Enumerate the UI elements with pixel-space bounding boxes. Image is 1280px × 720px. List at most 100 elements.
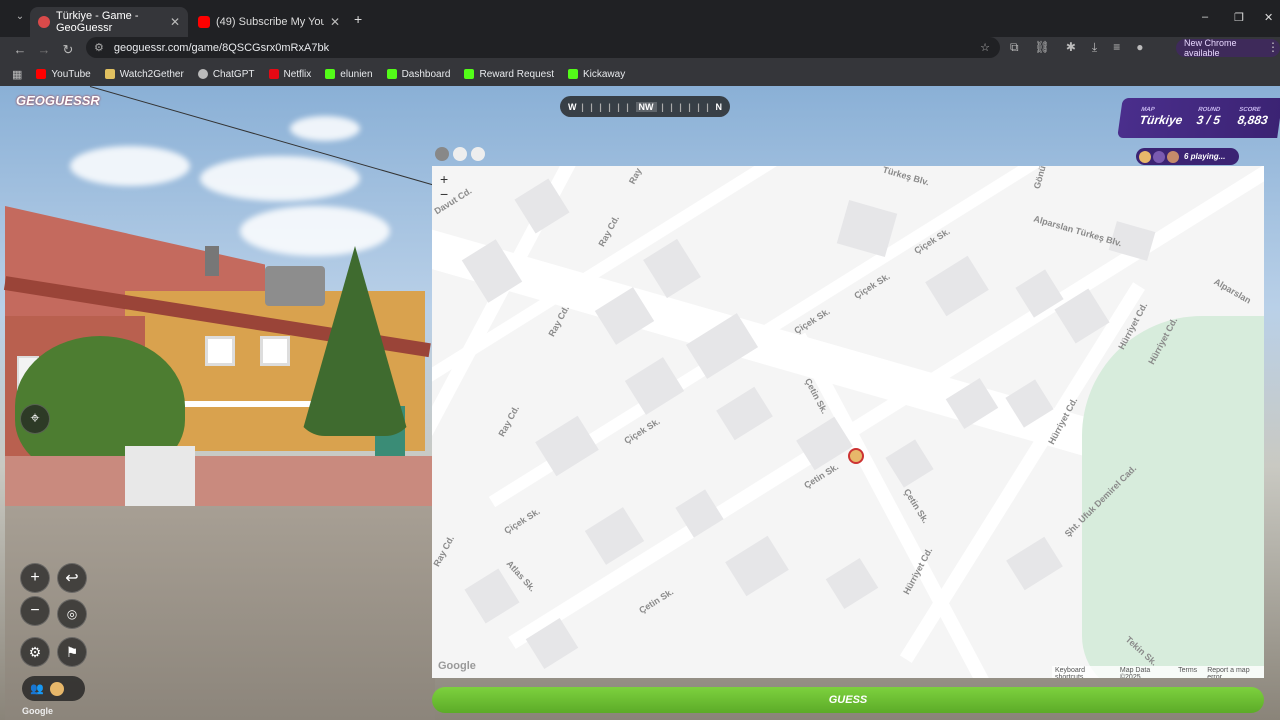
players-count: 6 playing... [1184,152,1226,161]
bookmark-reward-request[interactable]: Reward Request [464,69,554,80]
youtube-favicon-icon [198,16,210,28]
bookmark-kickaway[interactable]: Kickaway [567,69,625,80]
profile-avatar-icon[interactable]: ● [1136,40,1143,55]
reload-button[interactable]: ↻ [56,42,80,58]
map-data-text: Map Data ©2025 [1119,667,1151,678]
map-building [885,439,934,488]
kickaway-icon [567,69,578,79]
map-zoom-in-button[interactable]: + [440,171,448,187]
map-toolbar [435,147,485,161]
tab-youtube[interactable]: (49) Subscribe My YouTube Ch… ✕ [190,7,348,37]
tab-search-icon[interactable]: ⌄ [8,11,32,22]
map-info: MAP Türkiye [1138,107,1184,127]
street-view-panorama[interactable]: GEOGUESSR W | | | | | | NW | | | | | | N… [0,86,1280,720]
street-label: Türkeş Blv. [881,166,931,188]
street-label: Ray Cd. [432,533,457,569]
media-icon[interactable]: ≡ [1113,40,1120,55]
undo-move-button[interactable]: ↩ [57,563,87,593]
expand-map-icon[interactable] [453,147,467,161]
link-icon[interactable]: ⛓ [1035,40,1050,55]
close-window-button[interactable]: ✕ [1264,11,1273,24]
street-label: Çetin Sk. [901,487,931,525]
apps-grid-icon[interactable]: ▦ [12,68,22,81]
players-indicator[interactable]: 6 playing... [1136,148,1239,165]
window [205,336,235,366]
street-label: Davut Cd. [432,185,474,217]
map-building [825,558,879,609]
kick-icon [325,69,336,79]
tab-close-icon[interactable]: ✕ [330,15,340,29]
street-label: Çetin Sk. [637,586,676,616]
kick-icon [464,69,475,79]
site-info-icon[interactable]: ⚙ [94,41,104,54]
street-label: Ray [626,166,644,186]
tab-geoguessr[interactable]: Türkiye - Game - GeoGuessr ✕ [30,7,188,37]
compass-heading: NW [635,101,657,112]
bookmark-star-icon[interactable]: ☆ [980,41,990,54]
keyboard-shortcuts-link[interactable]: Keyboard shortcuts [1055,667,1110,678]
player-avatar-icon [1139,150,1151,163]
bookmark-watch2gether[interactable]: Watch2Gether [104,69,184,80]
map-name: Türkiye [1138,113,1184,127]
bookmark-netflix[interactable]: Netflix [268,69,311,80]
return-to-start-icon[interactable]: ◎ [57,599,87,629]
player-avatar-icon [49,681,64,696]
bookmark-chatgpt[interactable]: ChatGPT [197,69,255,80]
new-chrome-available-button[interactable]: New Chrome available [1176,38,1280,58]
extensions-icon[interactable]: ⧉ [1010,40,1019,55]
minimize-button[interactable]: – [1202,11,1208,23]
compass: W | | | | | | NW | | | | | | N [560,96,730,117]
download-icon[interactable]: ⤓ [1092,40,1097,55]
game-status-panel: MAP Türkiye ROUND 3 / 5 SCORE 8,883 [1117,98,1280,138]
street-label: Ray Cd. [546,303,572,339]
guess-button[interactable]: GUESS [432,687,1264,713]
tab-close-icon[interactable]: ✕ [170,15,180,29]
address-bar[interactable]: ⚙ geoguessr.com/game/8QSCGsrx0mRxA7bk ☆ [86,37,1000,58]
back-button[interactable]: ← [8,42,32,57]
garden-wall [5,456,435,511]
map-building [716,386,773,441]
map-building [1006,536,1063,591]
report-error-link[interactable]: Report a map error [1207,667,1261,678]
pin-map-icon[interactable] [435,147,449,161]
map-footer: Keyboard shortcuts Map Data ©2025 Terms … [1052,666,1264,678]
street-label: Alparslan [1212,276,1253,306]
new-tab-button[interactable]: + [354,11,362,27]
restore-button[interactable]: ❐ [1234,11,1244,24]
bug-icon[interactable]: ✱ [1066,40,1076,55]
player-location-marker-icon[interactable] [848,448,864,464]
geoguessr-logo[interactable]: GEOGUESSR [16,93,100,108]
compass-west: W [568,101,577,112]
cloud [290,116,360,141]
map-zoom-out-button[interactable]: − [440,186,448,202]
terms-link[interactable]: Terms [1178,667,1197,678]
chatgpt-icon [197,69,208,79]
flag-checkpoint-icon[interactable]: ⚑ [57,637,87,667]
bookmarks-bar: ▦ YouTube Watch2Gether ChatGPT Netflix e… [0,62,1280,86]
forward-button[interactable]: → [32,42,56,57]
chimney [205,246,219,276]
compass-north: N [715,101,723,112]
google-logo: Google [438,660,476,672]
shrink-map-icon[interactable] [471,147,485,161]
chrome-menu-icon[interactable]: ⋮ [1267,40,1279,54]
youtube-icon [36,69,47,79]
browser-tab-bar: ⌄ Türkiye - Game - GeoGuessr ✕ (49) Subs… [0,0,1280,37]
netflix-icon [268,69,279,79]
settings-gear-icon[interactable]: ⚙ [20,637,50,667]
zoom-out-button[interactable]: − [20,596,50,626]
bookmark-youtube[interactable]: YouTube [36,69,91,80]
location-pin-icon[interactable]: ⌖ [20,404,50,434]
window [260,336,290,366]
map-building [643,238,701,299]
score-value: 8,883 [1236,113,1269,127]
friends-panel-button[interactable]: 👥 [22,676,85,701]
zoom-in-button[interactable]: + [20,563,50,593]
map-building [725,535,789,597]
kick-icon [386,69,397,79]
round-info: ROUND 3 / 5 [1195,107,1222,127]
bookmark-dashboard[interactable]: Dashboard [386,69,450,80]
guess-map[interactable]: Alparslan Türkeş Blv. Alparslan Çiçek Sk… [432,166,1264,678]
bookmark-elunien[interactable]: elunien [325,69,373,80]
watch2gether-icon [104,69,115,79]
